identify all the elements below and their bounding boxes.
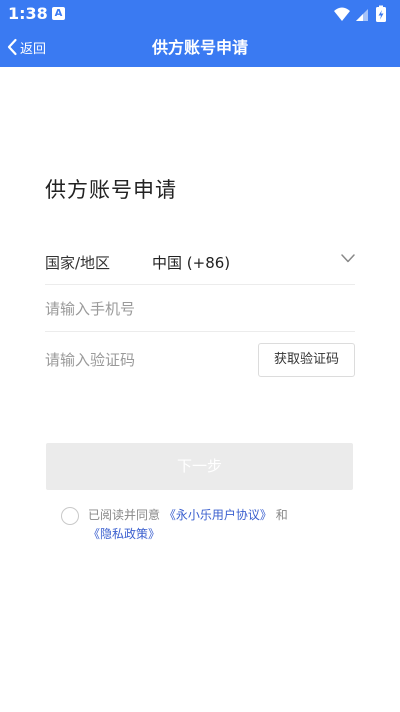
nav-bar: 返回 供方账号申请 [0,28,400,67]
privacy-policy-link[interactable]: 《隐私政策》 [88,524,160,544]
status-icons [332,5,394,23]
wifi-signal-battery-icon [334,5,386,22]
back-button[interactable]: 返回 [6,34,52,60]
status-bar: 1:38 A [0,0,400,28]
user-agreement-link[interactable]: 《永小乐用户协议》 [164,508,272,522]
chevron-left-icon [7,38,17,56]
chevron-down-icon [341,254,355,263]
country-value: 中国 (+86) [152,254,231,272]
status-time: 1:38 [8,4,48,23]
nav-title: 供方账号申请 [151,38,248,57]
page-title: 供方账号申请 [45,178,177,202]
phone-row [45,285,355,332]
back-label: 返回 [20,41,47,57]
next-button[interactable]: 下一步 [46,443,353,490]
country-selector[interactable]: 国家/地区 中国 (+86) [45,238,355,285]
phone-input[interactable] [45,297,345,321]
agreement-conjunction: 和 [275,508,288,522]
agreement-text: 已阅读并同意 《永小乐用户协议》 和 [88,505,348,525]
verification-code-input[interactable] [45,348,245,372]
notification-icon: A [52,7,65,20]
agree-checkbox[interactable] [61,507,79,525]
agreement-prefix: 已阅读并同意 [88,508,161,522]
get-code-button[interactable]: 获取验证码 [258,343,355,377]
code-row: 获取验证码 [45,332,355,387]
country-label: 国家/地区 [45,254,111,272]
